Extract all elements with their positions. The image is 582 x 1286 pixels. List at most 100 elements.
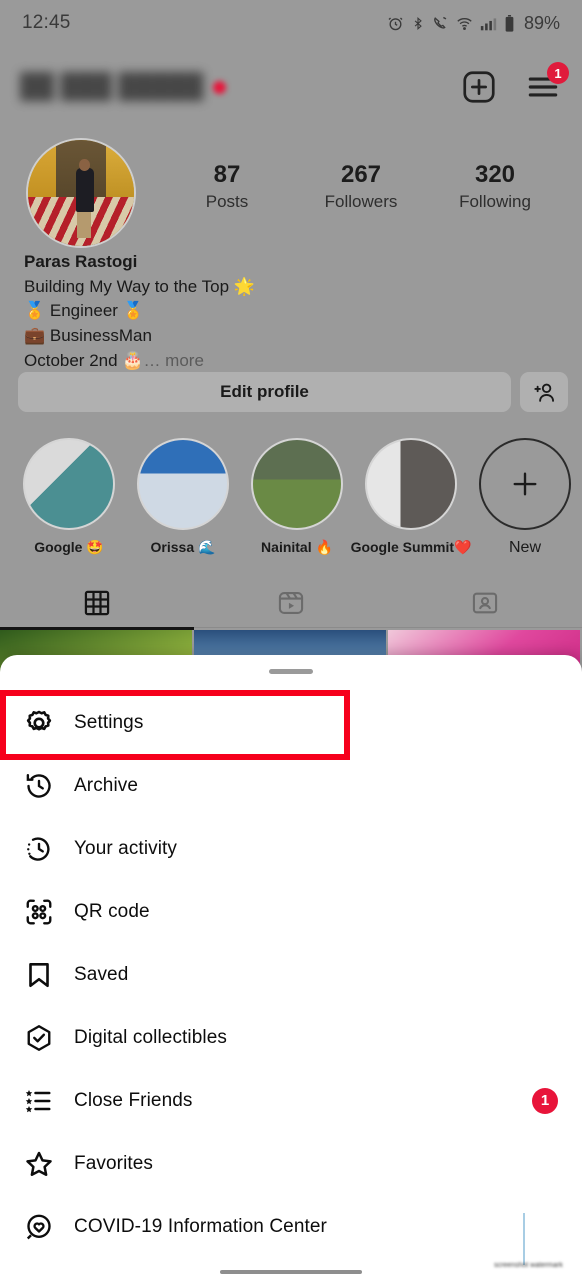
highlight-cover (251, 438, 343, 530)
battery-icon (505, 14, 514, 32)
menu-item-saved[interactable]: Saved (0, 943, 582, 1006)
header-actions: 1 (460, 62, 569, 106)
gear-icon (22, 706, 56, 740)
add-person-icon (533, 383, 554, 402)
highlight-cover (365, 438, 457, 530)
menu-list: Settings Archive Your activity QR code S… (0, 691, 582, 1258)
reels-icon (278, 592, 304, 614)
stat-value: 267 (340, 161, 382, 188)
username-status-dot (213, 80, 227, 94)
menu-item-qr-code[interactable]: QR code (0, 880, 582, 943)
profile-stats: 87 Posts 267 Followers 320 Following (160, 160, 562, 212)
stat-value: 320 (474, 161, 516, 188)
avatar-art (77, 207, 92, 238)
menu-item-settings[interactable]: Settings (0, 691, 582, 754)
battery-percent: 89% (523, 12, 560, 33)
plus-square-icon (463, 71, 495, 103)
highlight-orissa[interactable]: Orissa 🌊 (126, 438, 240, 557)
profile-action-row: Edit profile (18, 372, 568, 412)
tab-reels[interactable] (194, 578, 388, 628)
tagged-icon (472, 592, 498, 614)
menu-item-label: COVID-19 Information Center (74, 1215, 327, 1237)
watermark-text: screenshot watermark (494, 1262, 563, 1269)
menu-item-favorites[interactable]: Favorites (0, 1132, 582, 1195)
menu-item-label: Favorites (74, 1152, 154, 1174)
avatar-art (75, 167, 94, 213)
drag-handle[interactable] (269, 669, 313, 674)
menu-notification-badge: 1 (547, 62, 569, 84)
phone-screen: 12:45 89% ██ ███ █████ 1 87 Posts 267 Fo… (0, 0, 582, 1286)
menu-item-close-friends[interactable]: Close Friends 1 (0, 1069, 582, 1132)
menu-item-label: Archive (74, 774, 139, 796)
close-friends-badge: 1 (532, 1087, 558, 1114)
menu-item-label: Your activity (74, 837, 178, 859)
highlight-new-button[interactable]: New (468, 438, 582, 557)
bio-line: 💼 BusinessMan (24, 325, 152, 345)
tab-grid[interactable] (0, 578, 194, 628)
menu-item-label: Saved (74, 963, 129, 985)
activity-clock-icon (22, 832, 56, 866)
menu-item-archive[interactable]: Archive (0, 754, 582, 817)
birthday-text: October 2nd 🎂 (24, 350, 144, 370)
highlight-label: Nainital 🔥 (261, 539, 333, 555)
signal-icon (480, 17, 497, 30)
menu-item-label: Close Friends (74, 1089, 193, 1111)
highlight-label: Google 🤩 (34, 539, 104, 555)
grid-icon (84, 590, 110, 616)
bluetooth-icon (414, 16, 422, 30)
alarm-icon (388, 16, 403, 30)
stat-label: Followers (324, 192, 398, 211)
add-post-button[interactable] (460, 68, 498, 106)
status-bar-icons: 89% (387, 13, 560, 34)
highlight-nainital[interactable]: Nainital 🔥 (240, 438, 354, 557)
bio-more-link[interactable]: … more (143, 351, 203, 370)
tab-tagged[interactable] (388, 578, 582, 628)
status-bar-clock: 12:45 (22, 12, 71, 33)
edit-profile-button[interactable]: Edit profile (18, 372, 511, 412)
bio-birthday-line: October 2nd 🎂… more (24, 349, 424, 374)
display-name: Paras Rastogi (24, 252, 138, 271)
highlight-google-summit[interactable]: Google Summit❤️ (351, 438, 471, 557)
highlight-new-cover (479, 438, 571, 530)
menu-item-covid-information-center[interactable]: COVID-19 Information Center (0, 1195, 582, 1258)
stat-value: 87 (213, 161, 241, 188)
plus-icon (513, 472, 537, 496)
instagram-profile-background: 12:45 89% ██ ███ █████ 1 87 Posts 267 Fo… (0, 0, 582, 700)
close-friends-list-icon (22, 1084, 56, 1118)
avatar-art (79, 159, 90, 171)
highlight-label: Google Summit❤️ (350, 539, 472, 555)
highlight-cover (137, 438, 229, 530)
stat-posts[interactable]: 87 Posts (160, 160, 294, 212)
profile-tab-bar (0, 578, 582, 628)
stat-following[interactable]: 320 Following (428, 160, 562, 212)
profile-header: ██ ███ █████ 1 (0, 58, 582, 116)
tab-divider (194, 627, 582, 628)
star-icon (22, 1147, 56, 1181)
covid-heart-icon (22, 1210, 56, 1244)
highlight-cover (23, 438, 115, 530)
profile-bio: Paras Rastogi Building My Way to the Top… (24, 250, 424, 373)
qr-code-icon (22, 895, 56, 929)
avatar[interactable] (26, 138, 136, 248)
story-highlights: Google 🤩 Orissa 🌊 Nainital 🔥 Google Summ… (12, 438, 582, 557)
menu-item-label: Digital collectibles (74, 1026, 228, 1048)
menu-item-digital-collectibles[interactable]: Digital collectibles (0, 1006, 582, 1069)
hexagon-check-icon (22, 1021, 56, 1055)
home-indicator (220, 1270, 362, 1274)
bookmark-icon (22, 958, 56, 992)
menu-item-label: QR code (74, 900, 150, 922)
username-label[interactable]: ██ ███ █████ (20, 73, 203, 101)
highlight-google[interactable]: Google 🤩 (12, 438, 126, 557)
highlight-label: Orissa 🌊 (150, 539, 216, 555)
call-mute-icon (434, 16, 447, 29)
hamburger-menu-button[interactable]: 1 (524, 62, 569, 106)
stat-followers[interactable]: 267 Followers (294, 160, 428, 212)
menu-item-your-activity[interactable]: Your activity (0, 817, 582, 880)
menu-bottom-sheet: Settings Archive Your activity QR code S… (0, 655, 582, 1286)
wifi-icon (457, 17, 472, 30)
discover-people-button[interactable] (520, 372, 568, 412)
highlight-new-label: New (508, 539, 541, 556)
archive-clock-icon (22, 769, 56, 803)
status-bar: 12:45 89% (0, 0, 582, 46)
scroll-indicator-line (523, 1213, 525, 1265)
